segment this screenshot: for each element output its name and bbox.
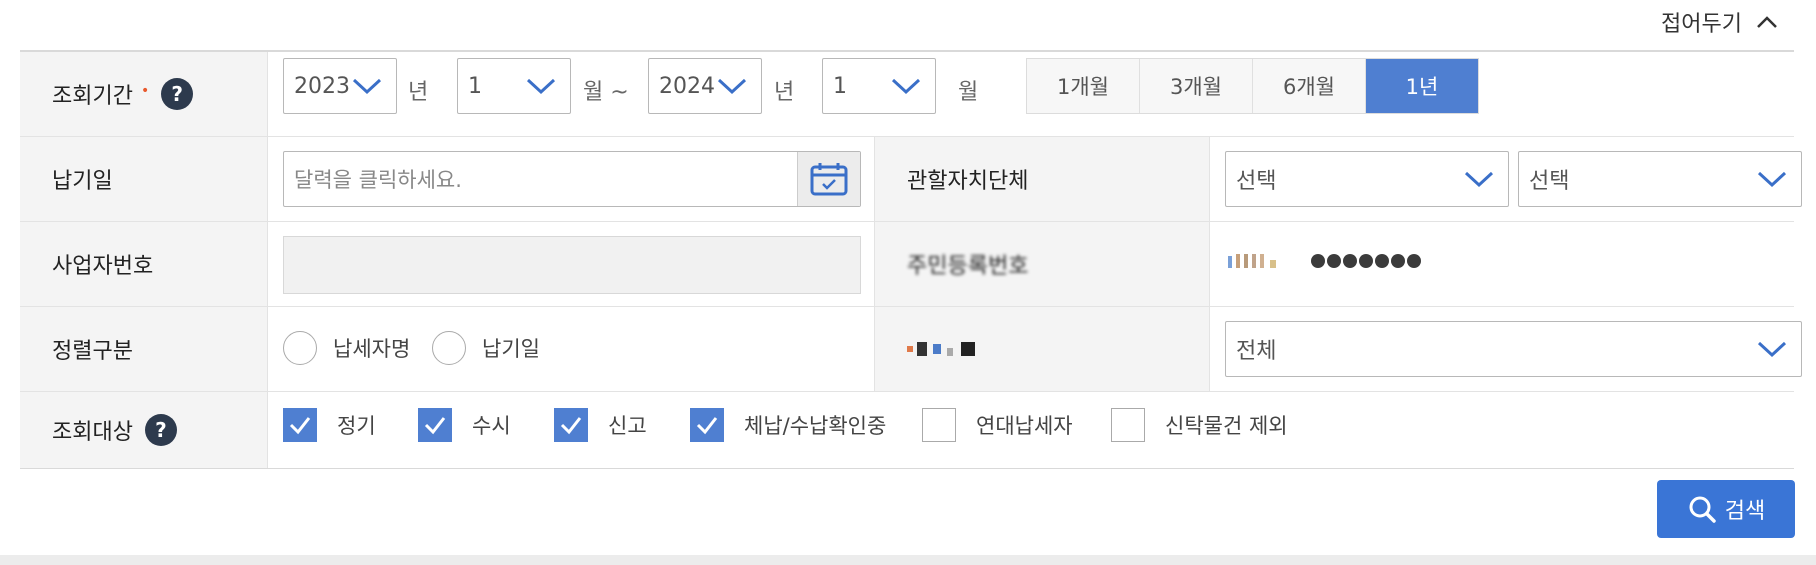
collapse-label: 접어두기 [1661,12,1742,37]
jurisdiction-select-2-value: 선택 [1529,169,1570,194]
checkbox-regular[interactable]: 정기 [283,408,376,442]
redacted-text-icon [907,342,975,356]
to-year-unit: 년 [774,80,795,105]
label-sort: 정렬구분 [20,307,268,391]
checkbox-label: 연대납세자 [976,414,1073,438]
to-month-unit: 월 [958,80,979,105]
chevron-down-icon [352,78,382,95]
label-jurisdiction: 관할자치단체 [874,137,1210,221]
collapse-toggle[interactable]: 접어두기 [1661,6,1778,38]
required-mark: • [140,83,150,99]
checkbox-exclude-trust[interactable]: 신탁물건 제외 [1111,408,1288,442]
label-target: 조회대상 ? [20,392,268,468]
business-no-label-text: 사업자번호 [52,254,154,279]
checkbox-label: 신탁물건 제외 [1165,414,1288,438]
due-date-label-text: 납기일 [52,169,113,194]
check-icon [696,417,718,435]
row-period: 조회기간 • ? 2023 년 1 월 ~ 2024 년 1 월 1개월 3개월… [20,52,1794,137]
checkbox-occasional[interactable]: 수시 [418,408,511,442]
calendar-icon [810,163,848,196]
range-1-month-button[interactable]: 1개월 [1027,59,1140,113]
checkbox-joint-taxpayer[interactable]: 연대납세자 [922,408,1073,442]
from-year-unit: 년 [408,80,429,105]
jurisdiction-select-1-value: 선택 [1236,169,1277,194]
row-target: 조회대상 ? 정기 수시 신고 체납/수납확인중 연대납세자 신탁물건 제외 [20,392,1794,469]
calendar-button[interactable] [797,152,860,206]
checkbox-box[interactable] [1111,408,1145,442]
row-sort: 정렬구분 납세자명 납기일 전체 [20,307,1802,392]
chevron-down-icon [526,78,556,95]
from-month-select[interactable]: 1 [457,58,571,114]
checkbox-label: 정기 [337,414,376,438]
from-month-unit: 월 ~ [583,80,629,105]
row-due-date: 납기일 달력을 클릭하세요. 관할자치단체 선택 선택 [20,137,1802,222]
jurisdiction-label-text: 관할자치단체 [907,169,1029,194]
radio-circle[interactable] [432,331,466,365]
from-year-value: 2023 [294,73,350,99]
redacted-text-icon [1228,254,1421,268]
help-icon[interactable]: ? [161,78,194,110]
bottom-divider [0,555,1816,565]
resident-no-value-redacted [1228,250,1448,272]
from-year-select[interactable]: 2023 [283,58,397,114]
range-6-month-button[interactable]: 6개월 [1253,59,1366,113]
check-icon [424,417,446,435]
label-business-no: 사업자번호 [20,222,268,306]
target-label-text: 조회대상 [52,420,133,445]
range-3-month-button[interactable]: 3개월 [1140,59,1253,113]
from-month-value: 1 [468,73,482,99]
chevron-down-icon [1757,171,1787,188]
checkbox-box[interactable] [922,408,956,442]
label-tax-type-redacted [874,307,1210,391]
checkbox-label: 수시 [472,414,511,438]
range-1-year-button[interactable]: 1년 [1366,59,1478,113]
label-due-date: 납기일 [20,137,268,221]
range-buttons: 1개월 3개월 6개월 1년 [1026,58,1479,114]
due-date-placeholder: 달력을 클릭하세요. [294,168,462,192]
search-button[interactable]: 검색 [1657,480,1795,538]
chevron-down-icon [1757,341,1787,358]
checkbox-label: 신고 [608,414,647,438]
radio-circle[interactable] [283,331,317,365]
tax-type-select[interactable]: 전체 [1225,321,1802,377]
checkbox-arrears[interactable]: 체납/수납확인중 [690,408,886,442]
row-business-no: 사업자번호 주민등록번호 [20,222,1794,307]
jurisdiction-select-1[interactable]: 선택 [1225,151,1509,207]
chevron-down-icon [1464,171,1494,188]
check-icon [289,417,311,435]
period-label-text: 조회기간 [52,84,133,109]
checkbox-report[interactable]: 신고 [554,408,647,442]
sort-option-name-label: 납세자명 [333,337,411,361]
resident-no-label-text: 주민등록번호 [907,254,1029,279]
checkbox-label: 체납/수납확인중 [744,414,887,438]
to-year-value: 2024 [659,73,715,99]
to-month-select[interactable]: 1 [822,58,936,114]
chevron-up-icon [1757,16,1777,28]
check-icon [560,417,582,435]
tax-type-select-value: 전체 [1236,339,1277,364]
label-period: 조회기간 • ? [20,52,268,136]
sort-radio-name[interactable]: 납세자명 [283,331,410,365]
checkbox-box[interactable] [283,408,317,442]
checkbox-box[interactable] [554,408,588,442]
sort-label-text: 정렬구분 [52,339,133,364]
to-year-select[interactable]: 2024 [648,58,762,114]
checkbox-box[interactable] [418,408,452,442]
chevron-down-icon [717,78,747,95]
jurisdiction-select-2[interactable]: 선택 [1518,151,1802,207]
due-date-input[interactable]: 달력을 클릭하세요. [283,151,861,207]
help-icon[interactable]: ? [144,414,177,446]
business-no-input [283,236,861,294]
label-resident-no: 주민등록번호 [874,222,1210,306]
search-form: 조회기간 • ? 2023 년 1 월 ~ 2024 년 1 월 1개월 3개월… [20,50,1802,469]
sort-radio-due-date[interactable]: 납기일 [432,331,540,365]
search-button-label: 검색 [1724,499,1766,524]
chevron-down-icon [891,78,921,95]
checkbox-box[interactable] [690,408,724,442]
sort-option-due-date-label: 납기일 [482,337,540,361]
search-icon [1689,496,1716,523]
to-month-value: 1 [833,73,847,99]
